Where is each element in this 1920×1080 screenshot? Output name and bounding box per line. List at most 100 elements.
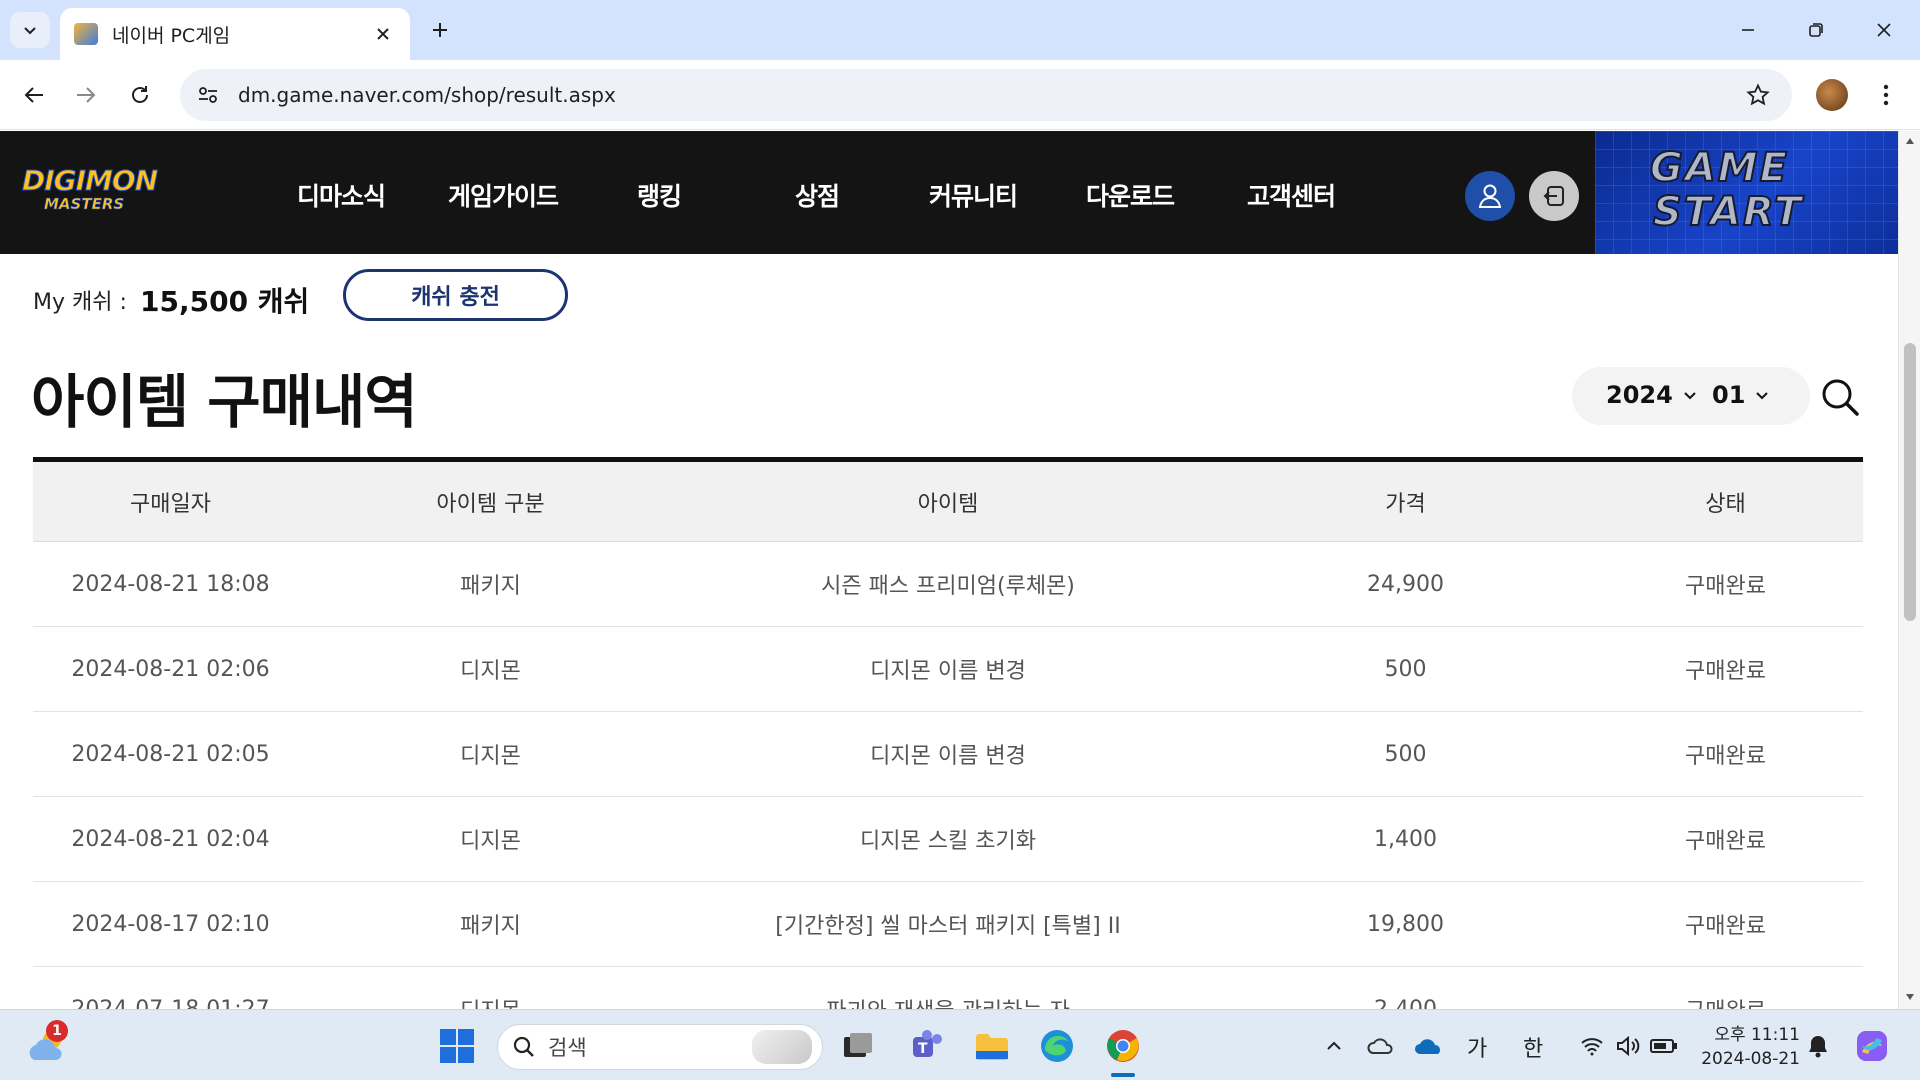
teams-icon: T [913, 1030, 942, 1057]
header-status: 상태 [1705, 491, 1746, 517]
cell-status: 구매완료 [1685, 829, 1766, 854]
taskbar-clock[interactable]: 오후 11:11 2024-08-21 [1700, 1020, 1800, 1069]
folder-icon [976, 1034, 1008, 1060]
cell-price: 2,400 [1374, 996, 1437, 1010]
bookmark-button[interactable] [1738, 75, 1778, 115]
header-item: 아이템 [917, 491, 979, 517]
my-cash-value: 15,500 캐쉬 [140, 285, 310, 318]
cell-price: 500 [1384, 656, 1427, 682]
cell-status: 구매완료 [1588, 993, 1863, 1009]
table-row: 2024-08-21 02:06 디지몬 디지몬 이름 변경 500 구매완료 [33, 627, 1863, 712]
logo-text-top: DIGIMON [22, 164, 159, 197]
start-button[interactable] [435, 1024, 479, 1068]
game-start-text-1: GAME [1649, 144, 1789, 192]
star-icon [1746, 83, 1770, 106]
cash-charge-button[interactable]: 캐쉬 충전 [343, 269, 568, 321]
nav-item-news[interactable]: 디마소식 [297, 177, 386, 213]
date-filter: 2024 01 [1572, 367, 1810, 425]
notifications-button[interactable] [1796, 1024, 1840, 1068]
site-info-button[interactable] [188, 75, 228, 115]
year-select[interactable]: 2024 [1606, 381, 1697, 409]
volume-icon [1617, 1035, 1640, 1057]
cell-price: 500 [1384, 741, 1427, 767]
scroll-thumb[interactable] [1904, 343, 1916, 621]
teams-button[interactable]: T [905, 1024, 949, 1068]
cell-price: 1,400 [1374, 826, 1437, 852]
cell-date: 2024-08-21 18:08 [71, 571, 270, 597]
my-cash-label: My 캐쉬 : [33, 290, 127, 315]
table-row: 2024-08-21 02:04 디지몬 디지몬 스킬 초기화 1,400 구매… [33, 797, 1863, 882]
task-view-button[interactable] [836, 1024, 880, 1068]
nav-item-support[interactable]: 고객센터 [1247, 177, 1336, 213]
cell-item: 디지몬 스킬 초기화 [860, 829, 1036, 854]
back-button[interactable] [14, 75, 54, 115]
task-view-icon [844, 1033, 872, 1057]
browser-menu-button[interactable] [1868, 75, 1904, 115]
search-button[interactable] [1818, 375, 1862, 419]
table-row: 2024-08-17 02:10 패키지 [기간한정] 씰 마스터 패키지 [특… [33, 882, 1863, 967]
cell-price: 19,800 [1367, 911, 1444, 937]
onedrive-button[interactable] [1407, 1024, 1451, 1068]
browser-tab-active[interactable]: 네이버 PC게임 [60, 8, 410, 60]
header-price: 가격 [1385, 491, 1426, 517]
profile-avatar[interactable] [1816, 79, 1848, 111]
cell-date: 2024-08-17 02:10 [71, 911, 270, 937]
new-tab-button[interactable] [424, 14, 456, 46]
search-highlight-icon [752, 1030, 812, 1064]
cell-type: 디지몬 [460, 744, 521, 769]
month-select[interactable]: 01 [1712, 381, 1769, 409]
reload-icon [132, 86, 148, 103]
cell-status: 구매완료 [1685, 574, 1766, 599]
digimon-masters-logo[interactable]: DIGIMON MASTERS [22, 164, 172, 219]
battery-button[interactable] [1642, 1024, 1686, 1068]
tray-cloud-sync-button[interactable] [1359, 1024, 1403, 1068]
tab-search-button[interactable] [10, 12, 50, 48]
file-explorer-button[interactable] [970, 1024, 1014, 1068]
window-close-button[interactable] [1862, 12, 1906, 48]
forward-button[interactable] [66, 75, 106, 115]
table-row: 2024-08-21 02:05 디지몬 디지몬 이름 변경 500 구매완료 [33, 712, 1863, 797]
address-bar[interactable]: dm.game.naver.com/shop/result.aspx [180, 69, 1792, 121]
url-text[interactable]: dm.game.naver.com/shop/result.aspx [238, 83, 1738, 107]
game-start-button[interactable]: GAME START [1595, 131, 1898, 254]
tab-close-button[interactable] [370, 21, 396, 47]
scroll-down-icon[interactable] [1904, 991, 1916, 1003]
nav-item-ranking[interactable]: 랭킹 [637, 177, 682, 213]
search-icon [513, 1036, 534, 1057]
restore-icon [1809, 23, 1823, 37]
nav-item-shop[interactable]: 상점 [795, 177, 840, 213]
cell-date: 2024-08-21 02:05 [71, 741, 270, 767]
chrome-button[interactable] [1101, 1024, 1145, 1068]
clock-date: 2024-08-21 [1701, 1049, 1800, 1069]
copilot-button[interactable] [1850, 1024, 1894, 1068]
reload-button[interactable] [120, 75, 160, 115]
chevron-down-icon [1683, 388, 1697, 402]
minimize-button[interactable] [1726, 12, 1770, 48]
nav-item-community[interactable]: 커뮤니티 [929, 177, 1018, 213]
cell-item: [기간한정] 씰 마스터 패키지 [특별] II [775, 914, 1121, 939]
page-scrollbar[interactable] [1898, 131, 1920, 1009]
taskbar-search[interactable]: 검색 [497, 1024, 823, 1070]
onedrive-icon [1415, 1039, 1440, 1054]
ime-language-indicator[interactable]: 한 [1523, 1031, 1543, 1063]
edge-button[interactable] [1035, 1024, 1079, 1068]
cell-date: 2024-08-21 02:04 [71, 826, 270, 852]
battery-icon [1650, 1039, 1677, 1053]
nav-item-download[interactable]: 다운로드 [1086, 177, 1175, 213]
game-start-text-2: START [1652, 188, 1804, 236]
year-value: 2024 [1606, 381, 1673, 409]
scroll-up-icon[interactable] [1904, 135, 1916, 147]
search-icon [1822, 379, 1859, 416]
browser-tab-strip: 네이버 PC게임 [0, 0, 1920, 60]
chevron-down-icon [24, 27, 36, 35]
nav-item-guide[interactable]: 게임가이드 [448, 177, 559, 213]
cell-status: 구매완료 [1685, 659, 1766, 684]
tray-overflow-button[interactable] [1312, 1024, 1356, 1068]
logout-button[interactable] [1529, 171, 1579, 221]
ime-hangul-indicator[interactable]: 가 [1467, 1031, 1487, 1063]
plus-icon [433, 23, 447, 37]
header-type: 아이템 구분 [436, 491, 545, 517]
logo-text-bottom: MASTERS [44, 195, 125, 214]
my-account-button[interactable] [1465, 171, 1515, 221]
restore-button[interactable] [1794, 12, 1838, 48]
